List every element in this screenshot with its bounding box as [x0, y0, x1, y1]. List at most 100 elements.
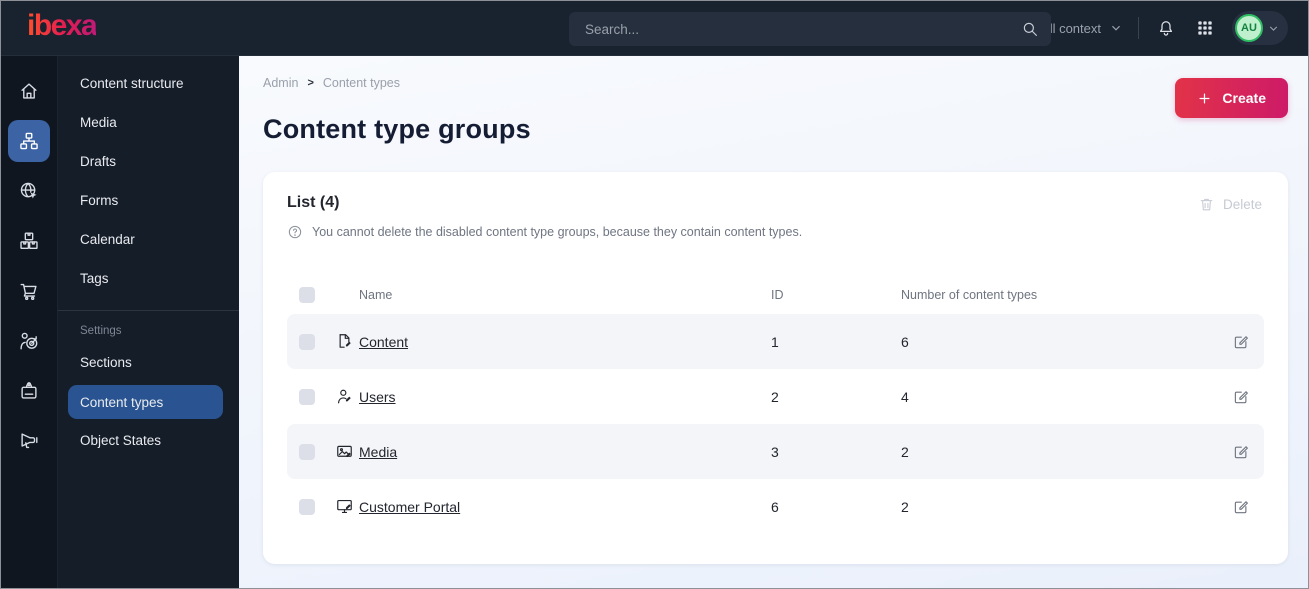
edit-icon: [1232, 388, 1250, 406]
file-edit-icon: [335, 332, 359, 351]
sidebar-item-sections[interactable]: Sections: [58, 343, 239, 382]
ibexa-logo[interactable]: ibexa: [27, 10, 98, 46]
image-edit-icon: [335, 442, 359, 461]
sidebar-item-calendar[interactable]: Calendar: [58, 220, 239, 259]
list-count-title: List (4): [287, 194, 340, 211]
row-name-link[interactable]: Users: [359, 389, 771, 405]
sidebar-item-label: Content structure: [80, 76, 184, 91]
row-count: 4: [901, 388, 909, 405]
sidebar-item-label: Calendar: [80, 232, 135, 247]
column-header-id: ID: [771, 288, 784, 302]
sidebar-item-label: Drafts: [80, 154, 117, 169]
apps-grid-icon: [1195, 18, 1215, 38]
menu-main-list: Content structure Media Drafts Forms Calenda…: [58, 64, 239, 298]
search-icon[interactable]: [1021, 20, 1039, 38]
rail-item-marketing[interactable]: [1, 416, 58, 466]
chevron-down-icon: [1267, 22, 1280, 35]
settings-section-label: Settings: [80, 325, 122, 337]
global-search[interactable]: [569, 12, 1051, 46]
row-count: 2: [901, 498, 909, 515]
breadcrumb: Admin > Content types: [263, 76, 1288, 90]
row-count: 2: [901, 443, 909, 460]
table-row[interactable]: Users 2 4: [287, 369, 1264, 424]
sidebar-item-label: Object States: [80, 433, 162, 448]
row-id: 2: [771, 388, 779, 405]
content-type-groups-panel: List (4) Delete You cannot delete the di…: [263, 172, 1288, 564]
table-body: Content 1 6 Users 2 4 Media 3 2 Customer…: [287, 314, 1264, 534]
app-window: ibexa Site: All context: [0, 0, 1309, 589]
rail-item-admin[interactable]: [1, 366, 58, 416]
row-name-link[interactable]: Customer Portal: [359, 499, 771, 515]
target-icon: [8, 320, 50, 362]
sidebar-item-media[interactable]: Media: [58, 103, 239, 142]
sidebar-item-drafts[interactable]: Drafts: [58, 142, 239, 181]
row-edit-button[interactable]: [1230, 331, 1252, 353]
cart-icon: [8, 270, 50, 312]
row-name-link[interactable]: Media: [359, 444, 771, 460]
sidebar-item-object-states[interactable]: Object States: [58, 421, 239, 460]
create-button[interactable]: Create: [1175, 78, 1288, 118]
row-checkbox[interactable]: [299, 333, 315, 350]
rail-item-dashboard[interactable]: [1, 66, 58, 116]
sidebar-item-label: Tags: [80, 271, 109, 286]
content-tree-icon: [8, 120, 50, 162]
delete-button[interactable]: Delete: [1196, 194, 1264, 215]
user-menu[interactable]: AU: [1232, 11, 1288, 45]
rail-item-products[interactable]: [1, 216, 58, 266]
edit-icon: [1232, 443, 1250, 461]
row-count: 6: [901, 333, 909, 350]
row-id: 6: [771, 498, 779, 515]
sidebar-menu: Content structure Media Drafts Forms Calenda…: [58, 56, 239, 588]
select-all-checkbox[interactable]: [299, 287, 315, 303]
table-row[interactable]: Content 1 6: [287, 314, 1264, 369]
monitor-edit-icon: [335, 497, 359, 516]
rail-item-content[interactable]: [1, 116, 58, 166]
column-header-name: Name: [359, 288, 393, 302]
rail-item-personalization[interactable]: [1, 316, 58, 366]
delete-button-label: Delete: [1222, 197, 1262, 212]
menu-divider: [58, 310, 239, 311]
info-message-text: You cannot delete the disabled content t…: [312, 225, 803, 239]
table-row[interactable]: Media 3 2: [287, 424, 1264, 479]
help-circle-icon: [287, 224, 303, 240]
breadcrumb-item-admin[interactable]: Admin: [263, 76, 298, 90]
sidebar-item-label: Sections: [80, 355, 132, 370]
sidebar-item-content-types[interactable]: Content types: [68, 385, 223, 419]
badge-icon: [8, 370, 50, 412]
breadcrumb-separator: >: [307, 77, 314, 89]
topbar-divider: [1138, 17, 1139, 39]
table-row[interactable]: Customer Portal 6 2: [287, 479, 1264, 534]
table-header: Name ID Number of content types: [287, 276, 1264, 314]
row-checkbox[interactable]: [299, 498, 315, 515]
sidebar-item-tags[interactable]: Tags: [58, 259, 239, 298]
bell-icon: [1156, 18, 1176, 38]
plus-icon: [1197, 91, 1212, 106]
sidebar-item-label: Content types: [80, 394, 164, 410]
avatar: AU: [1235, 14, 1263, 42]
row-name-link[interactable]: Content: [359, 334, 771, 350]
chevron-down-icon: [1109, 21, 1123, 35]
content-type-groups-table: Name ID Number of content types Content …: [287, 276, 1264, 534]
main-content: Admin > Content types Create Content typ…: [239, 56, 1308, 588]
notifications-button[interactable]: [1154, 16, 1178, 40]
page-title: Content type groups: [263, 114, 531, 144]
sidebar-item-content-structure[interactable]: Content structure: [58, 64, 239, 103]
row-checkbox[interactable]: [299, 388, 315, 405]
row-edit-button[interactable]: [1230, 386, 1252, 408]
apps-menu-button[interactable]: [1193, 16, 1217, 40]
rail-item-site[interactable]: [1, 166, 58, 216]
home-icon: [8, 70, 50, 112]
rail-item-commerce[interactable]: [1, 266, 58, 316]
globe-cursor-icon: [8, 170, 50, 212]
create-button-label: Create: [1222, 90, 1266, 106]
sidebar-item-forms[interactable]: Forms: [58, 181, 239, 220]
trash-icon: [1198, 196, 1215, 213]
row-edit-button[interactable]: [1230, 496, 1252, 518]
boxes-icon: [8, 220, 50, 262]
search-input[interactable]: [583, 20, 1021, 38]
row-id: 3: [771, 443, 779, 460]
column-header-count: Number of content types: [901, 288, 1038, 302]
row-edit-button[interactable]: [1230, 441, 1252, 463]
user-edit-icon: [335, 387, 359, 406]
row-checkbox[interactable]: [299, 443, 315, 460]
